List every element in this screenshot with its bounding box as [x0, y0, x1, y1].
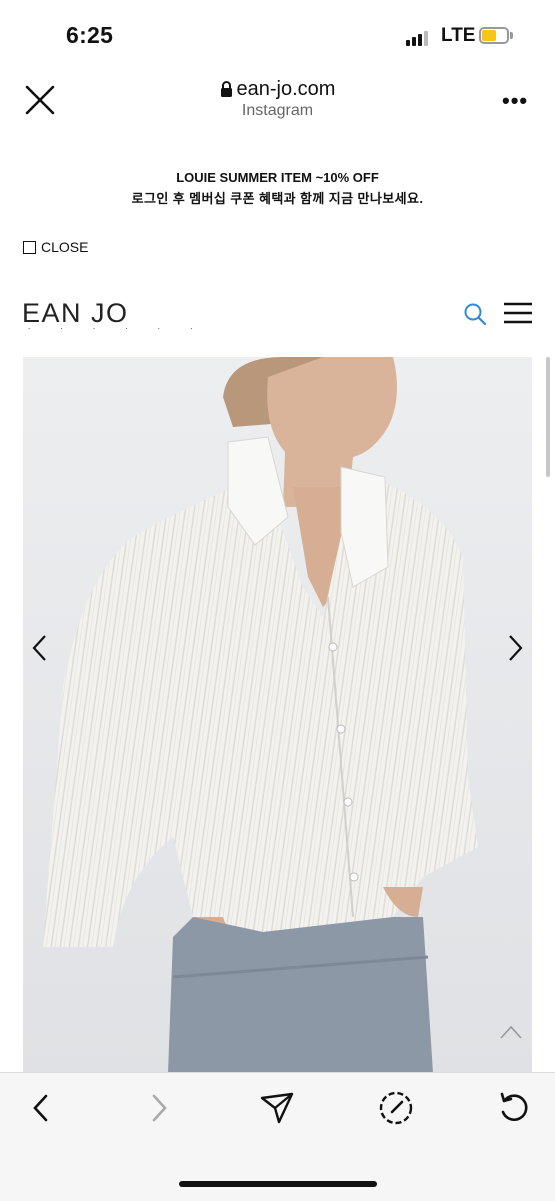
promo-close-button[interactable]: CLOSE: [23, 239, 88, 255]
promo-close-label: CLOSE: [41, 239, 89, 255]
back-arrow-icon[interactable]: [24, 1090, 60, 1126]
search-icon[interactable]: [463, 302, 487, 326]
network-type: LTE: [441, 25, 476, 46]
battery-tip: [510, 32, 513, 39]
logo-dots: . . . . . .: [28, 322, 207, 331]
chevron-left-icon[interactable]: [30, 632, 50, 664]
promo-headline: LOUIE SUMMER ITEM ~10% OFF: [176, 170, 379, 185]
product-image[interactable]: [23, 357, 532, 1073]
url-text: ean-jo.com: [236, 78, 336, 100]
page-scrollbar[interactable]: [546, 357, 550, 477]
more-icon[interactable]: •••: [502, 90, 528, 112]
forward-arrow-icon[interactable]: [140, 1090, 176, 1126]
promo-subline: 로그인 후 멤버십 쿠폰 혜택과 함께 지금 만나보세요.: [131, 191, 424, 206]
signal-strength-icon: [406, 30, 434, 46]
status-time: 6:25: [66, 22, 114, 48]
chevron-up-icon[interactable]: [499, 1024, 523, 1040]
url-subtitle: Instagram: [241, 102, 314, 119]
product-photo-illustration: [23, 357, 532, 1073]
lock-icon: [220, 81, 232, 98]
battery-icon: [479, 27, 509, 44]
send-icon[interactable]: [259, 1090, 295, 1126]
home-indicator: [179, 1181, 377, 1187]
checkbox-icon[interactable]: [23, 240, 36, 254]
url-bar[interactable]: ean-jo.com: [0, 78, 555, 101]
chevron-right-icon[interactable]: [505, 632, 525, 664]
compass-icon[interactable]: [378, 1090, 414, 1126]
hamburger-menu-icon[interactable]: [503, 302, 533, 324]
reload-icon[interactable]: [496, 1090, 532, 1126]
